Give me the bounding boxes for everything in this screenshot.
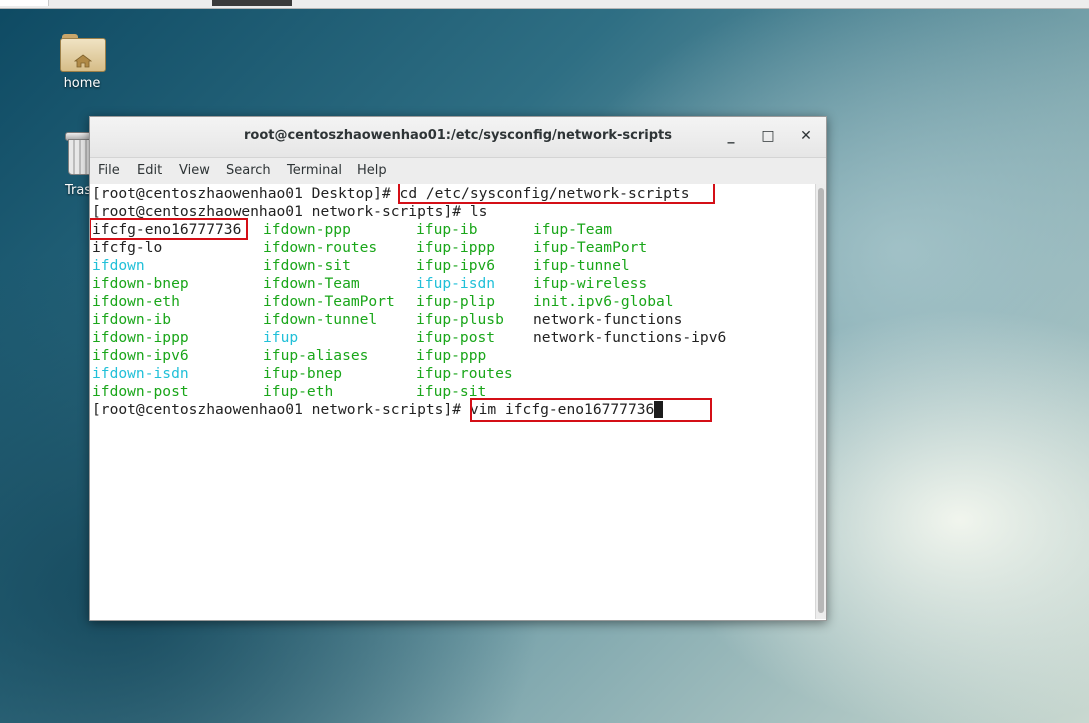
ls-file-entry: ifdown <box>92 257 145 274</box>
menu-help[interactable]: Help <box>357 163 387 178</box>
home-folder-icon <box>60 30 106 72</box>
ls-file-entry: ifdown-TeamPort <box>263 293 395 310</box>
command-text: ls <box>469 203 488 220</box>
menu-search[interactable]: Search <box>226 163 271 178</box>
ls-file-entry: ifup-ppp <box>416 347 487 364</box>
ls-file-entry: ifup-routes <box>416 365 513 382</box>
terminal-output[interactable]: [root@centoszhaowenhao01 Desktop]# cd /e… <box>90 184 815 620</box>
desktop-icon-home[interactable]: home <box>42 30 122 91</box>
ls-file-entry: ifdown-post <box>92 383 189 400</box>
ls-file-entry: network-functions-ipv6 <box>533 329 727 346</box>
prompt-text: [root@centoszhaowenhao01 network-scripts… <box>92 401 470 418</box>
terminal-window[interactable]: root@centoszhaowenhao01:/etc/sysconfig/n… <box>89 116 827 621</box>
highlight-box-cd-command <box>398 184 715 204</box>
ls-file-entry: ifdown-sit <box>263 257 351 274</box>
ls-file-entry: ifup-eth <box>263 383 334 400</box>
window-titlebar[interactable]: root@centoszhaowenhao01:/etc/sysconfig/n… <box>90 117 826 158</box>
ls-file-entry: ifup-tunnel <box>533 257 630 274</box>
ls-file-entry: ifup-post <box>416 329 496 346</box>
ls-file-entry: ifdown-Team <box>263 275 360 292</box>
scrollbar-thumb[interactable] <box>818 188 824 613</box>
ls-file-entry: init.ipv6-global <box>533 293 674 310</box>
ls-file-entry: ifup-aliases <box>263 347 369 364</box>
ls-file-entry: ifup-plusb <box>416 311 504 328</box>
ls-file-entry: ifcfg-lo <box>92 239 163 256</box>
ls-file-entry: ifdown-bnep <box>92 275 189 292</box>
ls-file-entry: ifup-TeamPort <box>533 239 648 256</box>
panel-applications-menu[interactable] <box>0 0 49 6</box>
ls-file-entry: ifdown-routes <box>263 239 378 256</box>
ls-file-entry: ifup-ipv6 <box>416 257 496 274</box>
top-panel <box>0 0 1089 9</box>
ls-file-entry: ifup <box>263 329 299 346</box>
ls-file-entry: network-functions <box>533 311 683 328</box>
ls-file-entry: ifup-Team <box>533 221 613 238</box>
ls-file-entry: ifup-plip <box>416 293 496 310</box>
ls-file-entry: ifup-isdn <box>416 275 496 292</box>
ls-file-entry: ifdown-isdn <box>92 365 189 382</box>
menu-bar: File Edit View Search Terminal Help <box>90 158 826 185</box>
close-button[interactable]: ✕ <box>797 127 815 145</box>
ls-file-entry: ifup-ib <box>416 221 478 238</box>
ls-file-entry: ifdown-tunnel <box>263 311 378 328</box>
menu-file[interactable]: File <box>98 163 120 178</box>
prompt-text: [root@centoszhaowenhao01 Desktop]# <box>92 185 400 202</box>
highlight-box-vim-command <box>470 398 712 422</box>
highlight-box-ifcfg-file <box>90 218 248 240</box>
terminal-scrollbar[interactable] <box>815 184 826 619</box>
menu-view[interactable]: View <box>179 163 210 178</box>
ls-file-entry: ifdown-eth <box>92 293 180 310</box>
ls-file-entry: ifdown-ipv6 <box>92 347 189 364</box>
window-title: root@centoszhaowenhao01:/etc/sysconfig/n… <box>243 128 673 143</box>
panel-window-tab[interactable] <box>212 0 292 6</box>
menu-terminal[interactable]: Terminal <box>287 163 342 178</box>
ls-file-entry: ifdown-ippp <box>92 329 189 346</box>
ls-file-entry: ifdown-ib <box>92 311 172 328</box>
maximize-button[interactable]: □ <box>759 127 777 145</box>
ls-file-entry: ifup-bnep <box>263 365 343 382</box>
ls-file-entry: ifup-ippp <box>416 239 496 256</box>
ls-file-entry: ifup-wireless <box>533 275 648 292</box>
minimize-button[interactable]: _ <box>722 127 740 145</box>
ls-file-entry: ifdown-ppp <box>263 221 351 238</box>
menu-edit[interactable]: Edit <box>137 163 162 178</box>
desktop-icon-home-label: home <box>63 76 101 91</box>
